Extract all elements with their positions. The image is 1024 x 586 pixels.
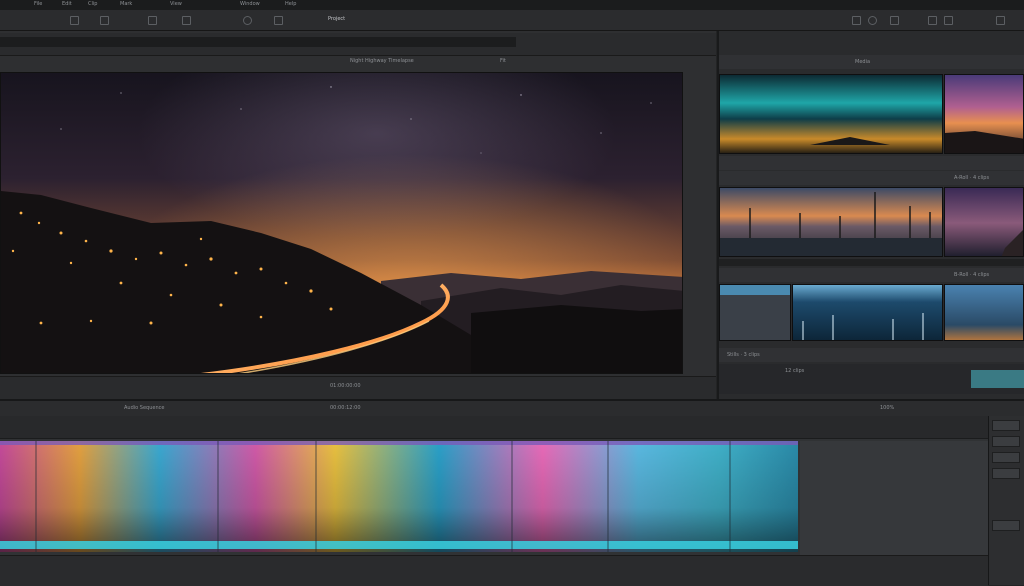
clip-thumbnail[interactable] (719, 187, 943, 257)
timeline-timecode: 00:00:12:00 (330, 405, 361, 411)
clip-info-bar (719, 156, 1024, 170)
share-icon[interactable] (890, 16, 899, 25)
browser-header: Media (719, 55, 1024, 69)
add-to-timeline-button[interactable] (971, 370, 1024, 388)
browser-footer-label: 12 clips (785, 368, 805, 374)
grid-icon[interactable] (182, 16, 191, 25)
viewer-scrubber[interactable] (0, 37, 516, 47)
timeline-zoom[interactable]: 100% (880, 405, 894, 411)
settings-icon[interactable] (868, 16, 877, 25)
bay-sunset-image (945, 285, 1023, 340)
sequence-name: Audio Sequence (124, 405, 165, 411)
side-control[interactable] (992, 452, 1020, 463)
menu-edit[interactable]: Edit (62, 1, 72, 7)
menu-help[interactable]: Help (285, 1, 296, 7)
side-control[interactable] (992, 436, 1020, 447)
section-header: Stills · 3 clips (719, 348, 1024, 362)
layers-icon[interactable] (944, 16, 953, 25)
clip-thumbnail[interactable] (792, 284, 943, 341)
section-b-label: B-Roll · 4 clips (954, 272, 990, 278)
viewer-title: Night Highway Timelapse (350, 58, 414, 64)
record-icon[interactable] (243, 16, 252, 25)
section-a-label: A-Roll · 4 clips (954, 175, 990, 181)
inspector-icon[interactable] (996, 16, 1005, 25)
clip-thumbnail[interactable] (944, 74, 1024, 154)
timeline-header: Audio Sequence 00:00:12:00 100% (0, 399, 1024, 417)
menu-file[interactable]: File (34, 1, 42, 7)
section-c-label: Stills · 3 clips (727, 352, 760, 358)
layout-icon[interactable] (148, 16, 157, 25)
blue-water-image (793, 285, 942, 340)
timeline-ruler[interactable] (0, 416, 1024, 439)
menu-window[interactable]: Window (240, 1, 260, 7)
menu-view[interactable]: View (170, 1, 182, 7)
toolbar-title: Project (328, 16, 346, 22)
window-icon[interactable] (928, 16, 937, 25)
section-header: A-Roll · 4 clips (719, 171, 1024, 185)
coastal-dusk-image (945, 75, 1023, 153)
clip-thumbnail[interactable] (944, 284, 1024, 341)
viewer-controls: 01:00:00:00 (0, 376, 716, 399)
crop-icon[interactable] (274, 16, 283, 25)
menu-clip[interactable]: Clip (88, 1, 97, 7)
section-header: B-Roll · 4 clips (719, 268, 1024, 282)
timeline-footer (0, 555, 988, 586)
viewer-zoom[interactable]: Fit (500, 58, 506, 64)
library-icon[interactable] (100, 16, 109, 25)
clip-thumbnail[interactable] (944, 187, 1024, 257)
timeline-empty-track (800, 441, 988, 570)
audio-waveform-clip[interactable] (0, 441, 798, 552)
side-control[interactable] (992, 520, 1020, 531)
import-icon[interactable] (70, 16, 79, 25)
blue-horizon-image (720, 285, 790, 340)
harbor-sunset-image (720, 188, 942, 256)
side-control[interactable] (992, 420, 1020, 431)
clip-thumbnail[interactable] (719, 74, 943, 154)
menu-mark[interactable]: Mark (120, 1, 132, 7)
night-landscape-image (1, 73, 682, 373)
clip-thumbnail[interactable] (719, 284, 791, 341)
search-icon[interactable] (852, 16, 861, 25)
waveform-graphic (0, 441, 798, 552)
toolbar: Project (0, 10, 1024, 31)
browser-header-label: Media (855, 59, 871, 65)
teal-sunset-image (720, 75, 942, 153)
purple-shore-image (945, 188, 1023, 256)
viewer-timecode: 01:00:00:00 (330, 383, 361, 389)
viewer-frame[interactable] (0, 72, 683, 374)
divider (719, 259, 1024, 266)
side-control[interactable] (992, 468, 1020, 479)
